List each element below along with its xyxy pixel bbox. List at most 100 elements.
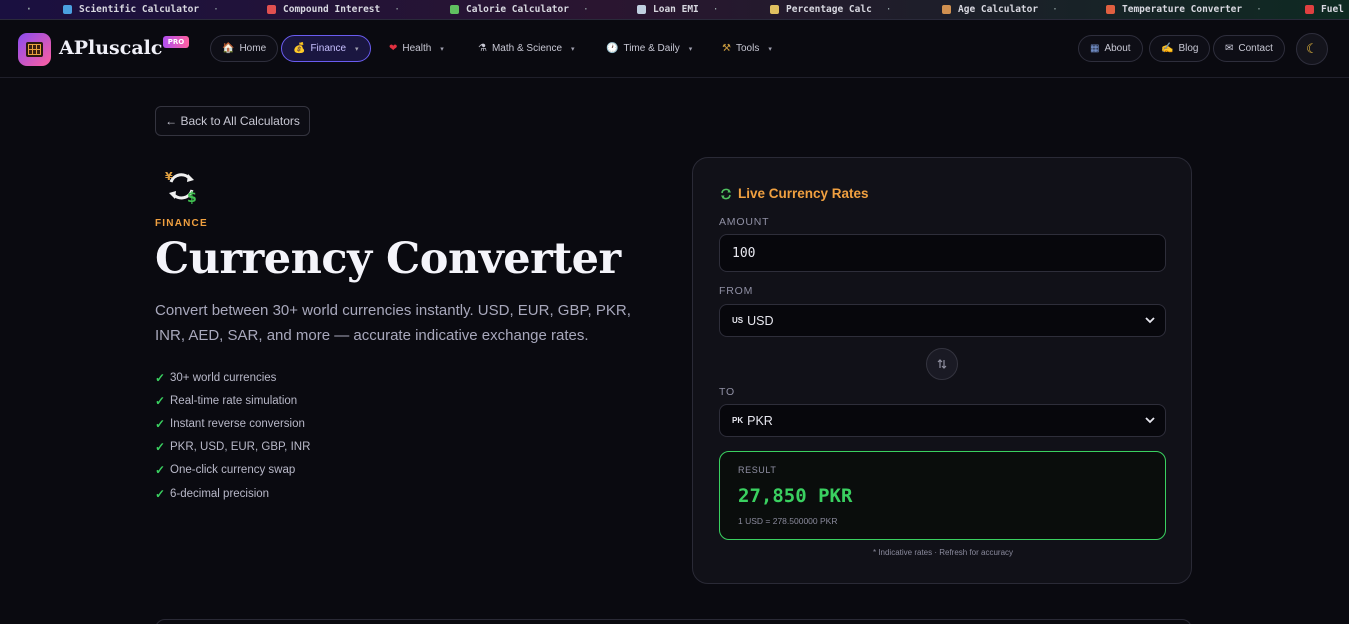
check-icon: ✓ <box>155 416 166 431</box>
ticker-item-label: Calorie Calculator <box>466 4 569 15</box>
nav-math-science[interactable]: ⚗ Math & Science ▾ <box>466 35 587 62</box>
ticker-item[interactable]: Age Calculator · <box>942 4 1072 15</box>
check-icon: ✓ <box>155 440 166 455</box>
nav-contact-label: Contact <box>1238 43 1273 54</box>
converter-title: Live Currency Rates <box>720 186 869 201</box>
feature-item: ✓ Instant reverse conversion <box>155 412 310 435</box>
to-currency-select[interactable]: PK PKR <box>719 404 1166 437</box>
nav-about[interactable]: ▦ About <box>1078 35 1143 62</box>
feature-item: ✓ One-click currency swap <box>155 459 310 482</box>
logo-text[interactable]: APluscalc <box>59 37 162 59</box>
logo-icon[interactable] <box>18 33 51 66</box>
page-title: Currency Converter <box>155 234 621 284</box>
ticker-item[interactable]: Compound Interest · <box>267 4 414 15</box>
ticker-item-label: Temperature Converter <box>1122 4 1243 15</box>
result-label: RESULT <box>738 465 777 475</box>
money-bag-icon: 💰 <box>293 43 306 54</box>
tools-icon: ⚒ <box>722 43 731 54</box>
refresh-icon <box>721 188 731 199</box>
fuel-pump-icon <box>1305 5 1314 14</box>
bar-chart-icon <box>770 5 779 14</box>
ticker-item[interactable]: Percentage Calc · <box>770 4 906 15</box>
ticker-item-label: Fuel <box>1321 4 1344 15</box>
ticker-item-label: Compound Interest <box>283 4 381 15</box>
clock-icon: 🕐 <box>606 43 619 54</box>
result-box: RESULT 27,850 PKR 1 USD = 278.500000 PKR <box>719 451 1166 540</box>
swap-currencies-button[interactable] <box>926 348 958 380</box>
result-rate: 1 USD = 278.500000 PKR <box>738 516 838 526</box>
feature-text: Real-time rate simulation <box>170 394 298 407</box>
from-currency-select[interactable]: US USD <box>719 304 1166 337</box>
chevron-down-icon: ▾ <box>355 45 359 53</box>
ticker-separator: · <box>394 4 400 15</box>
ticker-separator: · <box>213 4 219 15</box>
check-icon: ✓ <box>155 393 166 408</box>
nav-health[interactable]: ❤ Health ▾ <box>377 35 456 62</box>
thermometer-icon <box>1106 5 1115 14</box>
feature-text: PKR, USD, EUR, GBP, INR <box>170 441 311 454</box>
writing-hand-icon: ✍ <box>1161 43 1174 54</box>
ticker-separator: · <box>885 4 892 15</box>
result-value: 27,850 PKR <box>738 485 853 507</box>
check-icon: ✓ <box>155 370 166 385</box>
chevron-down-icon: ▾ <box>768 45 772 53</box>
envelope-icon: ✉ <box>1225 43 1234 54</box>
nav-contact[interactable]: ✉ Contact <box>1213 35 1285 62</box>
to-currency-value: PKR <box>747 413 773 428</box>
nav-health-label: Health <box>402 43 432 54</box>
svg-text:¥: ¥ <box>165 170 173 183</box>
chevron-down-icon: ▾ <box>440 45 444 53</box>
nav-home-label: Home <box>239 43 267 54</box>
feature-text: 6-decimal precision <box>170 487 270 500</box>
feature-text: Instant reverse conversion <box>170 417 305 430</box>
page-description: Convert between 30+ world currencies ins… <box>155 302 631 344</box>
nav-time-daily-label: Time & Daily <box>623 43 680 54</box>
chart-up-icon <box>267 5 276 14</box>
swap-vertical-icon <box>937 359 947 369</box>
from-label: FROM <box>719 285 754 297</box>
category-label: FINANCE <box>155 218 208 229</box>
ticker-item[interactable]: Loan EMI · <box>637 4 733 15</box>
building-icon: ▦ <box>1090 43 1100 54</box>
ticker-item-label: Loan EMI <box>653 4 699 15</box>
nav-finance[interactable]: 💰 Finance ▾ <box>281 35 371 62</box>
nav-tools[interactable]: ⚒ Tools ▾ <box>710 35 784 62</box>
next-section-card <box>155 619 1192 624</box>
chevron-down-icon <box>1145 317 1155 324</box>
nav-time-daily[interactable]: 🕐 Time & Daily ▾ <box>594 35 704 62</box>
flask-icon <box>63 5 72 14</box>
nav-blog-label: Blog <box>1178 43 1199 54</box>
ticker-item[interactable]: Calorie Calculator · <box>450 4 603 15</box>
feature-text: 30+ world currencies <box>170 371 277 384</box>
theme-toggle-button[interactable]: ☾ <box>1296 33 1328 65</box>
ticker-separator: · <box>26 4 32 15</box>
feature-item: ✓ PKR, USD, EUR, GBP, INR <box>155 436 310 459</box>
nav-math-science-label: Math & Science <box>491 43 563 54</box>
top-nav: APluscalc PRO 🏠 Home 💰 Finance ▾ ❤ Healt… <box>0 20 1349 78</box>
microscope-icon: ⚗ <box>478 43 487 54</box>
feature-item: ✓ 6-decimal precision <box>155 482 310 505</box>
heart-icon: ❤ <box>389 43 398 54</box>
salad-icon <box>450 5 459 14</box>
ticker-item-label: Age Calculator <box>958 4 1039 15</box>
ticker-item[interactable]: Scientific Calculator · <box>63 4 233 15</box>
feature-item: ✓ Real-time rate simulation <box>155 389 310 412</box>
rates-note: * Indicative rates · Refresh for accurac… <box>872 548 1014 557</box>
to-label: TO <box>719 386 735 398</box>
ticker-bar: Scientific Calculator · Compound Interest ·… <box>0 0 1349 20</box>
moon-icon: ☾ <box>1306 41 1318 57</box>
ticker-item[interactable]: Fuel <box>1305 4 1344 15</box>
nav-tools-label: Tools <box>735 43 760 54</box>
amount-input[interactable]: 100 <box>719 234 1166 272</box>
ticker-item[interactable]: Temperature Converter · <box>1106 4 1276 15</box>
ticker-separator: · <box>1052 4 1058 15</box>
check-icon: ✓ <box>155 463 166 478</box>
cake-icon <box>942 5 951 14</box>
back-to-calculators-button[interactable]: ← Back to All Calculators <box>155 106 310 136</box>
nav-blog[interactable]: ✍ Blog <box>1149 35 1211 62</box>
amount-label: AMOUNT <box>719 216 770 228</box>
pk-flag-icon: PK <box>732 416 744 425</box>
nav-home[interactable]: 🏠 Home <box>210 35 279 62</box>
ticker-separator: · <box>1256 4 1262 15</box>
feature-list: ✓ 30+ world currencies ✓ Real-time rate si… <box>155 366 310 505</box>
